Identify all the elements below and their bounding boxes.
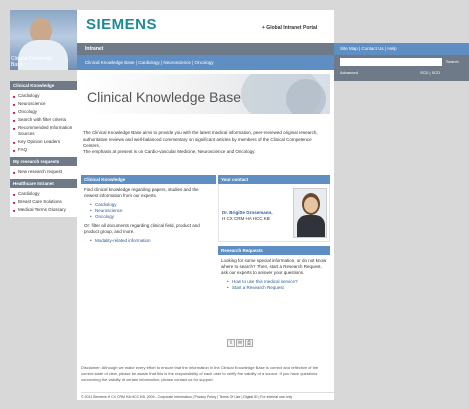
footer: © 2011 Siemens H CX CRM HA HCC KB, 2009 … <box>81 392 334 400</box>
nav-section-list: ■ New research request <box>10 166 77 179</box>
main-content: Clinical Knowledge Base The Clinical Kno… <box>77 70 334 400</box>
contact-card: Dr. Brigitte Grosemann, H CX CRM HA HCC … <box>218 184 330 242</box>
sidebar-item-label: Breast Care Solutions <box>18 199 62 204</box>
intranet-nav: Intranet <box>77 43 334 55</box>
clinical-knowledge-box: Clinical Knowledge Find clinical knowled… <box>81 175 216 244</box>
sidebar-item-label: Key Opinion Leaders <box>18 139 61 144</box>
print-icon[interactable]: ⎙ <box>245 339 253 347</box>
box-text: Find clinical knowledge regarding papers… <box>84 187 199 198</box>
advanced-search-link[interactable]: Advanced <box>340 70 358 75</box>
photo-caption: Clinical Knowledge Base <box>11 56 54 68</box>
sidebar-item-oncology[interactable]: ■ Oncology <box>10 108 77 116</box>
page-banner: Clinical Knowledge Base <box>81 74 330 114</box>
sidebar-item-neuroscience[interactable]: ■ Neuroscience <box>10 100 77 108</box>
specialty-links: Cardiology Neuroscience Oncology <box>81 199 216 220</box>
sidebar-item-label: Oncology <box>18 109 38 114</box>
contact-title: Your contact <box>218 175 330 184</box>
sidebar-item-new-research-request[interactable]: ■ New research request <box>10 168 77 176</box>
box-title: Clinical Knowledge <box>81 175 216 184</box>
banner-decoration <box>286 79 326 114</box>
bullet-icon: ■ <box>13 208 16 213</box>
sidebar-item-label: Search with filter criteria <box>18 117 67 122</box>
face-graphic <box>304 197 318 213</box>
sidebar-item-cardiology-intranet[interactable]: ■ Cardiology <box>10 190 77 198</box>
right-column: Your contact Dr. Brigitte Grosemann, H C… <box>218 175 330 291</box>
contact-photo <box>293 188 327 238</box>
sidebar-item-glossary[interactable]: ■ Medical Terms Glossary <box>10 206 77 214</box>
sidebar-item-label: Medical Terms Glossary <box>18 207 66 212</box>
breadcrumb-links[interactable]: Clinical Knowledge Base | Cardiology | N… <box>85 60 214 65</box>
header-photo: Clinical Knowledge Base <box>10 10 77 70</box>
intro-text: The Clinical Knowledge Base aims to prov… <box>83 130 328 154</box>
contact-name[interactable]: Dr. Brigitte Grosemann, <box>222 210 273 215</box>
sidebar-item-key-opinion-leaders[interactable]: ■ Key Opinion Leaders <box>10 138 77 146</box>
bullet-icon: ■ <box>13 126 16 131</box>
sidebar-item-label: Neuroscience <box>18 101 46 106</box>
intranet-label[interactable]: Intranet <box>85 46 103 52</box>
page: Clinical Knowledge Base SIEMENS + Global… <box>0 0 469 409</box>
page-title: Clinical Knowledge Base <box>87 89 242 105</box>
suit-graphic <box>297 215 325 237</box>
intro-emphasis: The emphasis at present is on Cardio-vas… <box>83 149 256 154</box>
search-input[interactable] <box>340 58 442 66</box>
box-text-2: Or: filter all documents regarding clini… <box>84 223 200 234</box>
utility-links[interactable]: Site Map | Contact Us | Help <box>340 46 397 51</box>
global-portal-link[interactable]: + Global Intranet Portal <box>262 25 317 31</box>
research-requests-text: Looking for some special information, or… <box>221 258 327 275</box>
sidebar-item-label: Recommended Information Sources <box>18 125 73 136</box>
research-requests-title: Research Requests <box>218 246 330 255</box>
up-icon[interactable]: ⇧ <box>227 339 235 347</box>
nav-section-title[interactable]: Clinical Knowledge <box>10 81 77 90</box>
sidebar-item-label: FAQ <box>18 147 28 152</box>
breadcrumb: Clinical Knowledge Base | Cardiology | N… <box>77 55 334 70</box>
sidebar-item-label: New research request <box>18 169 63 174</box>
link-oncology[interactable]: Oncology <box>90 214 216 220</box>
siemens-logo[interactable]: SIEMENS <box>86 16 157 33</box>
sidebar-item-cardiology[interactable]: ■ Cardiology <box>10 92 77 100</box>
sidebar-item-label: Cardiology <box>18 93 40 98</box>
nav-section-title[interactable]: Healthcare Intranet <box>10 179 77 188</box>
adv-links[interactable]: SCD | SCD <box>420 70 440 75</box>
link-start-request[interactable]: Start a Research Request <box>227 285 330 291</box>
sidebar-item-faq[interactable]: ■ FAQ <box>10 146 77 154</box>
sidebar-item-breast-care[interactable]: ■ Breast Care Solutions <box>10 198 77 206</box>
intro-paragraph: The Clinical Knowledge Base aims to prov… <box>83 130 318 148</box>
link-modality-info[interactable]: Modality-related information <box>90 238 216 244</box>
disclaimer: Disclaimer: Although we make every effor… <box>81 365 319 382</box>
search-panel: Search Advanced SCD | SCD <box>334 55 469 81</box>
sidebar-item-recommended-sources[interactable]: ■ Recommended Information Sources <box>10 124 77 138</box>
contact-department: H CX CRM HA HCC KB <box>222 216 270 221</box>
nav-section-list: ■ Cardiology ■ Breast Care Solutions ■ Medi… <box>10 188 77 217</box>
left-navigation: Clinical Knowledge ■ Cardiology ■ Neurosci… <box>10 81 77 217</box>
nav-section-title[interactable]: My research requests <box>10 157 77 166</box>
bullet-icon: ■ <box>13 148 16 153</box>
sidebar-item-label: Cardiology <box>18 191 40 196</box>
utility-links-bar: Site Map | Contact Us | Help <box>334 43 469 55</box>
sidebar-item-search-filter[interactable]: ■ Search with filter criteria <box>10 116 77 124</box>
modality-links: Modality-related information <box>81 235 216 244</box>
research-links: How to use this medical service? Start a… <box>218 276 330 291</box>
bullet-icon: ■ <box>13 170 16 175</box>
nav-section-list: ■ Cardiology ■ Neuroscience ■ Oncology ■ Sea… <box>10 90 77 157</box>
search-button[interactable]: Search <box>446 59 459 64</box>
page-tools: ⇧ ✉ ⎙ <box>226 339 253 347</box>
email-icon[interactable]: ✉ <box>236 339 244 347</box>
